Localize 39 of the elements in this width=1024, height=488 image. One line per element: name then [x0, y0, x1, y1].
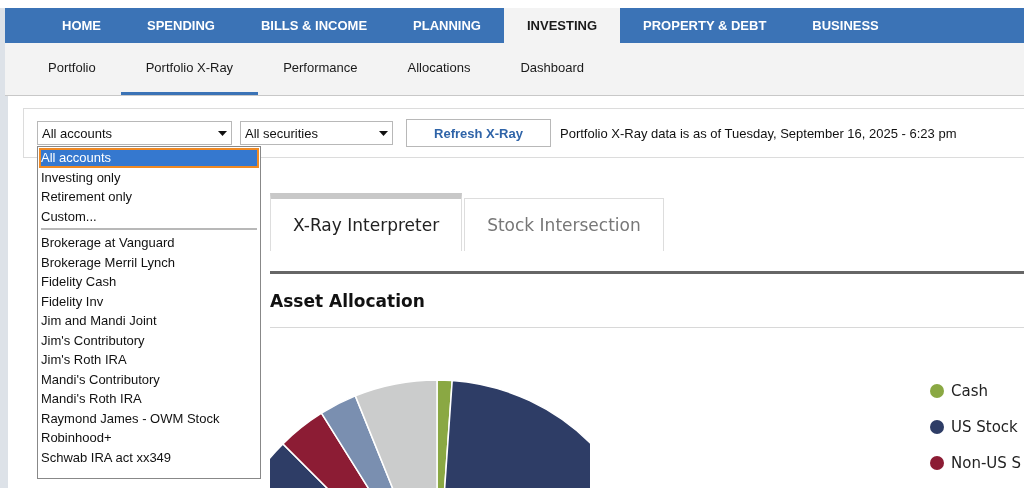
legend-label: Cash: [951, 382, 988, 400]
dropdown-option[interactable]: Mandi's Contributory: [39, 369, 259, 389]
sub-tab[interactable]: Dashboard: [495, 43, 610, 95]
sub-tab[interactable]: Portfolio: [23, 43, 121, 95]
nav-tab[interactable]: BUSINESS: [789, 8, 902, 44]
as-of-text: Portfolio X-Ray data is as of Tuesday, September 16, 2025 - 6:23 pm: [560, 125, 957, 141]
section-title: Asset Allocation: [270, 274, 1024, 328]
nav-tab[interactable]: SPENDING: [124, 8, 238, 44]
dropdown-option[interactable]: Raymond James - OWM Stock: [39, 408, 259, 428]
dropdown-option[interactable]: Custom...: [39, 206, 259, 226]
dropdown-option[interactable]: Robinhood+: [39, 428, 259, 448]
dropdown-option[interactable]: Jim's Roth IRA: [39, 350, 259, 370]
securities-select[interactable]: All securities: [240, 121, 393, 145]
dropdown-option[interactable]: Fidelity Cash: [39, 272, 259, 292]
nav-tab[interactable]: BILLS & INCOME: [237, 8, 391, 44]
content-tab[interactable]: X-Ray Interpreter: [270, 193, 463, 251]
dropdown-option[interactable]: Brokerage at Vanguard: [39, 233, 259, 253]
nav-tab[interactable]: PROPERTY & DEBT: [620, 8, 790, 44]
dropdown-option[interactable]: Jim's Contributory: [39, 330, 259, 350]
dropdown-option[interactable]: Mandi's Roth IRA: [39, 389, 259, 409]
nav-tab[interactable]: HOME: [39, 8, 124, 44]
sub-tab[interactable]: Performance: [258, 43, 383, 95]
dropdown-arrow-icon: [379, 130, 388, 136]
dropdown-arrow-icon: [218, 130, 227, 136]
nav-tab[interactable]: PLANNING: [390, 8, 504, 44]
dropdown-option[interactable]: Schwab IRA act xx349: [39, 447, 259, 467]
dropdown-option[interactable]: Fidelity Inv: [39, 291, 259, 311]
dropdown-option[interactable]: Brokerage Merril Lynch: [39, 252, 259, 272]
sub-tab[interactable]: Allocations: [382, 43, 496, 95]
content-tab[interactable]: Stock Intersection: [464, 198, 664, 251]
refresh-button[interactable]: Refresh X-Ray: [406, 119, 551, 147]
dropdown-option[interactable]: All accounts: [39, 148, 259, 168]
legend-label: US Stock: [951, 418, 1018, 436]
nav-tab[interactable]: INVESTING: [503, 8, 621, 44]
dropdown-option[interactable]: Retirement only: [39, 187, 259, 207]
dropdown-option[interactable]: Jim and Mandi Joint: [39, 311, 259, 331]
account-select[interactable]: All accounts: [37, 121, 232, 145]
dropdown-option[interactable]: Investing only: [39, 167, 259, 187]
legend-label: Non-US S: [951, 454, 1022, 472]
